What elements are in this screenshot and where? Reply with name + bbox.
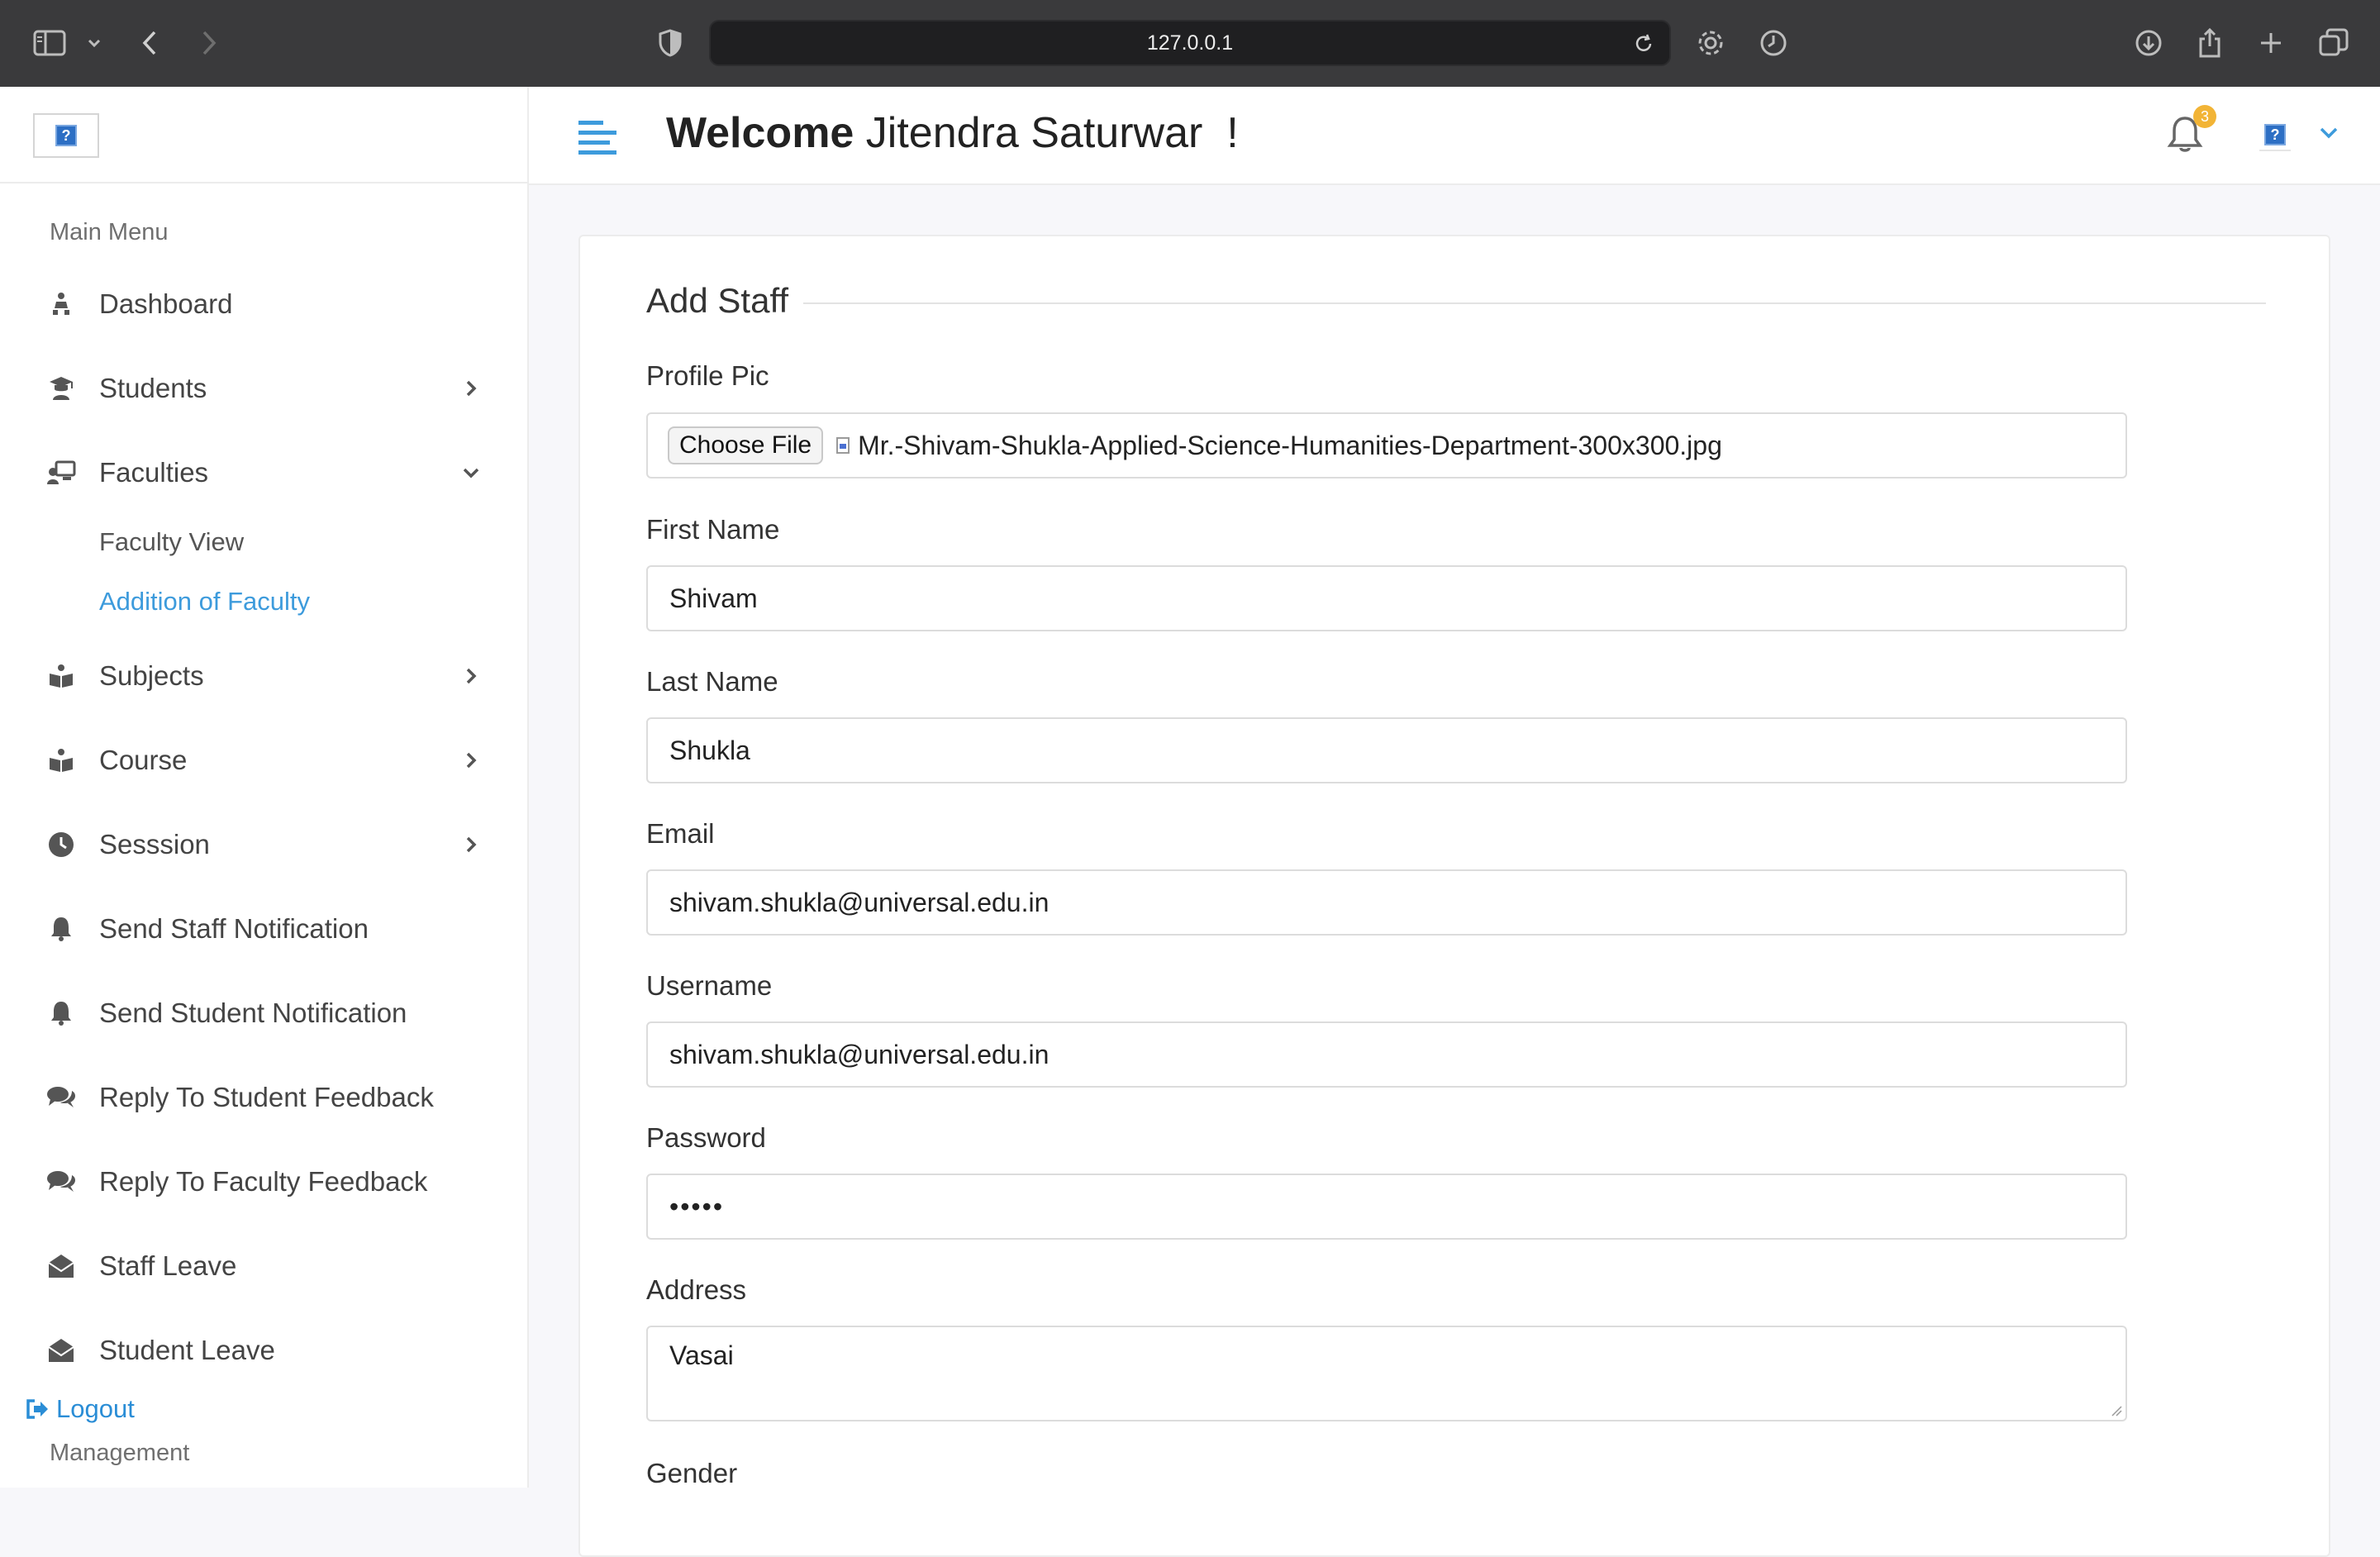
sidebar-item-dashboard[interactable]: Dashboard — [0, 271, 527, 337]
chevron-right-icon — [466, 668, 477, 684]
logout-link[interactable]: Logout — [25, 1394, 135, 1424]
address-label: Address — [646, 1274, 747, 1305]
sidebar-item-label: Send Staff Notification — [99, 913, 369, 944]
bell-icon — [46, 998, 76, 1028]
share-icon[interactable] — [2195, 20, 2225, 66]
password-label: Password — [646, 1122, 766, 1153]
username-field[interactable]: shivam.shukla@universal.edu.in — [646, 1021, 2127, 1088]
tab-overview-icon[interactable] — [2317, 20, 2350, 66]
email-label: Email — [646, 818, 715, 849]
sidebar-item-label: Course — [99, 745, 188, 775]
sidebar-item-label: Staff Leave — [99, 1250, 237, 1281]
new-tab-plus-icon[interactable] — [2256, 20, 2286, 66]
sidebar-item-subjects[interactable]: Subjects — [0, 643, 527, 709]
first-name-label: First Name — [646, 514, 780, 545]
address-textarea[interactable]: Vasai — [646, 1326, 2127, 1421]
logout-label: Logout — [56, 1394, 135, 1423]
title-divider — [646, 302, 2266, 304]
sign-out-icon — [26, 1399, 48, 1419]
book-icon — [46, 745, 76, 775]
first-name-field[interactable]: Shivam — [646, 565, 2127, 631]
sidebar-item-label: Student Leave — [99, 1335, 275, 1365]
sidebar-item-session[interactable]: Sesssion — [0, 812, 527, 878]
main-menu-title: Main Menu — [50, 219, 169, 245]
welcome-heading: Welcome Jitendra Saturwar ! — [666, 108, 1239, 158]
sidebar: ? Main Menu Dashboard Students Faculties… — [0, 87, 529, 1488]
sidebar-item-label: Subjects — [99, 660, 204, 691]
broken-image-icon: ? — [55, 125, 77, 146]
add-staff-card: Add Staff Profile Pic Choose File Mr.-Sh… — [578, 235, 2330, 1557]
clock-icon — [46, 830, 76, 859]
submenu-faculty-view[interactable]: Faculty View — [99, 527, 244, 557]
selected-file-name: Mr.-Shivam-Shukla-Applied-Science-Humani… — [858, 430, 1722, 460]
gender-label: Gender — [646, 1458, 738, 1488]
url-text: 127.0.0.1 — [1146, 31, 1234, 55]
sidebar-item-reply-student-feedback[interactable]: Reply To Student Feedback — [0, 1064, 527, 1131]
avatar[interactable]: ? — [2259, 120, 2291, 151]
sidebar-item-staff-leave[interactable]: Staff Leave — [0, 1233, 527, 1299]
notification-count-badge: 3 — [2193, 105, 2216, 128]
logo[interactable]: ? — [33, 113, 99, 158]
file-icon — [836, 437, 850, 454]
browser-toolbar: 127.0.0.1 — [0, 0, 2380, 87]
address-value: Vasai — [669, 1340, 734, 1370]
sidebar-item-student-leave[interactable]: Student Leave — [0, 1317, 527, 1383]
history-clock-icon[interactable] — [1757, 20, 1790, 66]
resize-handle-icon[interactable] — [2111, 1405, 2122, 1417]
reload-icon[interactable] — [1633, 33, 1654, 55]
profile-pic-label: Profile Pic — [646, 360, 769, 391]
sidebar-item-students[interactable]: Students — [0, 355, 527, 421]
sidebar-logo-area: ? — [0, 87, 527, 183]
sidebar-item-send-staff-notification[interactable]: Send Staff Notification — [0, 896, 527, 962]
envelope-open-icon — [46, 1336, 76, 1365]
chevron-right-icon — [466, 752, 477, 769]
envelope-open-icon — [46, 1251, 76, 1281]
broken-image-icon: ? — [2264, 124, 2286, 145]
sidebar-item-reply-faculty-feedback[interactable]: Reply To Faculty Feedback — [0, 1149, 527, 1215]
sidebar-item-label: Dashboard — [99, 288, 233, 319]
chevron-down-icon[interactable] — [2319, 126, 2339, 140]
submenu-addition-of-faculty[interactable]: Addition of Faculty — [99, 587, 310, 617]
address-bar[interactable]: 127.0.0.1 — [709, 20, 1671, 66]
comments-icon — [46, 1083, 76, 1112]
forward-icon[interactable] — [197, 20, 221, 66]
user-name: Jitendra Saturwar ! — [854, 109, 1239, 157]
student-icon — [46, 374, 76, 403]
gear-icon[interactable] — [1694, 20, 1727, 66]
sidebar-item-faculties[interactable]: Faculties — [0, 440, 527, 506]
sidebar-item-course[interactable]: Course — [0, 727, 527, 793]
sidebar-toggle-icon[interactable] — [31, 20, 68, 66]
last-name-field[interactable]: Shukla — [646, 717, 2127, 783]
sidebar-item-label: Students — [99, 373, 207, 403]
email-field[interactable]: shivam.shukla@universal.edu.in — [646, 869, 2127, 936]
password-field[interactable]: ••••• — [646, 1174, 2127, 1240]
privacy-shield-icon[interactable] — [656, 20, 684, 66]
sidebar-item-label: Sesssion — [99, 829, 210, 859]
dashboard-icon — [46, 289, 76, 319]
profile-pic-file-input[interactable]: Choose File Mr.-Shivam-Shukla-Applied-Sc… — [646, 412, 2127, 479]
management-section-title: Management — [50, 1440, 190, 1466]
book-icon — [46, 661, 76, 691]
welcome-word: Welcome — [666, 109, 854, 157]
sidebar-item-label: Reply To Student Feedback — [99, 1082, 434, 1112]
bell-icon — [46, 914, 76, 944]
username-label: Username — [646, 970, 773, 1001]
download-icon[interactable] — [2132, 20, 2165, 66]
comments-icon — [46, 1167, 76, 1197]
top-header: Welcome Jitendra Saturwar ! 3 ? — [529, 87, 2380, 185]
chevron-down-icon — [463, 468, 479, 479]
sidebar-item-label: Send Student Notification — [99, 998, 407, 1028]
choose-file-button[interactable]: Choose File — [668, 426, 824, 464]
last-name-label: Last Name — [646, 666, 778, 697]
menu-toggle-icon[interactable] — [577, 118, 618, 160]
chevron-down-icon[interactable] — [84, 20, 104, 66]
back-icon[interactable] — [137, 20, 162, 66]
sidebar-item-send-student-notification[interactable]: Send Student Notification — [0, 980, 527, 1046]
chevron-right-icon — [466, 836, 477, 853]
chevron-right-icon — [466, 380, 477, 397]
sidebar-item-label: Faculties — [99, 457, 209, 488]
form-title: Add Staff — [646, 281, 804, 321]
faculty-icon — [46, 458, 76, 488]
sidebar-item-label: Reply To Faculty Feedback — [99, 1166, 428, 1197]
